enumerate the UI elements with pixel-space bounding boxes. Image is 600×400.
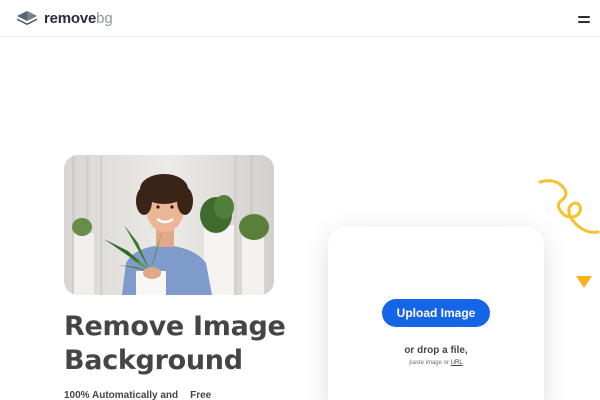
brand-name: removebg bbox=[44, 9, 113, 27]
menu-line bbox=[578, 16, 590, 18]
headline-line-2: Background bbox=[64, 345, 243, 376]
upload-card[interactable]: Upload Image or drop a file, paste image… bbox=[328, 227, 544, 400]
hero-photo-illustration bbox=[64, 155, 274, 295]
paste-hint-text: paste image or bbox=[409, 360, 449, 366]
squiggle-decoration-icon bbox=[538, 179, 600, 234]
brand-logo[interactable]: removebg bbox=[16, 8, 113, 28]
upload-image-button[interactable]: Upload Image bbox=[382, 299, 490, 327]
hero-subline: 100% Automatically and Free bbox=[64, 388, 219, 400]
hamburger-menu-icon[interactable] bbox=[576, 12, 592, 26]
free-badge: Free bbox=[182, 389, 219, 400]
menu-line bbox=[578, 21, 590, 23]
site-header: removebg bbox=[0, 0, 600, 37]
triangle-decoration-icon bbox=[576, 276, 592, 288]
headline-line-1: Remove Image bbox=[64, 311, 286, 342]
subline-text: 100% Automatically and bbox=[64, 389, 179, 400]
url-link[interactable]: URL bbox=[451, 360, 463, 366]
hero-photo bbox=[64, 155, 274, 295]
brand-name-bold: remove bbox=[44, 9, 97, 27]
brand-name-light: bg bbox=[96, 9, 113, 27]
drop-file-text: or drop a file, bbox=[404, 345, 468, 356]
page-headline: Remove Image Background bbox=[64, 310, 324, 378]
paste-hint: paste image or URL bbox=[328, 360, 544, 366]
stacked-layers-icon bbox=[17, 11, 37, 25]
